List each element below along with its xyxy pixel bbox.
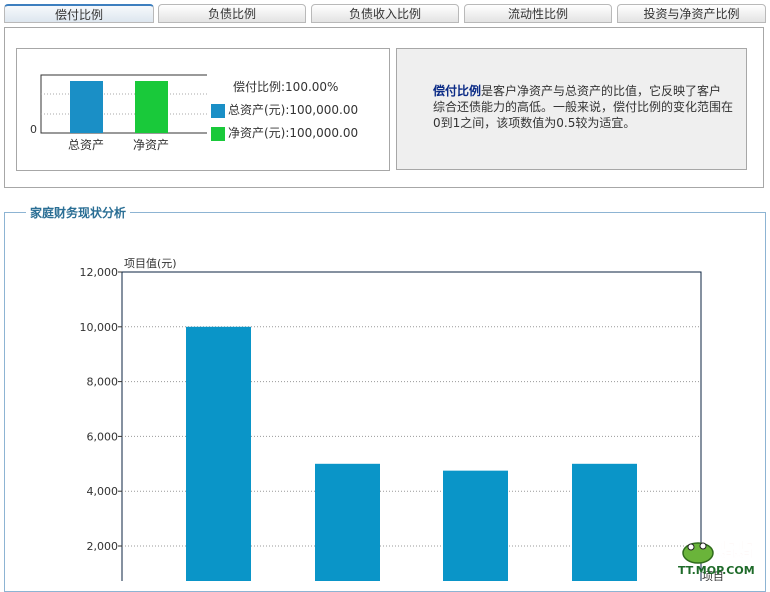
tt-mop-watermark: 贴贴 TT.MOP.COM	[678, 539, 755, 577]
bar	[572, 463, 637, 581]
y-axis-label: 项目值(元)	[124, 257, 177, 270]
y-tick-label: 8,000	[87, 376, 119, 389]
y-tick-label: 12,000	[80, 266, 119, 279]
frog-icon	[682, 542, 714, 564]
frog-eye-icon	[687, 543, 695, 551]
bar	[443, 470, 508, 581]
y-tick-label: 4,000	[87, 485, 119, 498]
frog-eye-icon	[699, 542, 707, 550]
main-bar-chart: 12,00010,0008,0006,0004,0002,000项目值(元)项目	[80, 257, 724, 581]
watermark-title: 贴贴	[716, 539, 752, 561]
y-tick-label: 6,000	[87, 430, 119, 443]
y-tick-label: 2,000	[87, 540, 119, 553]
watermark-domain: TT.MOP.COM	[678, 564, 755, 577]
bar	[186, 326, 251, 581]
y-tick-label: 10,000	[80, 321, 119, 334]
bar	[315, 463, 380, 581]
